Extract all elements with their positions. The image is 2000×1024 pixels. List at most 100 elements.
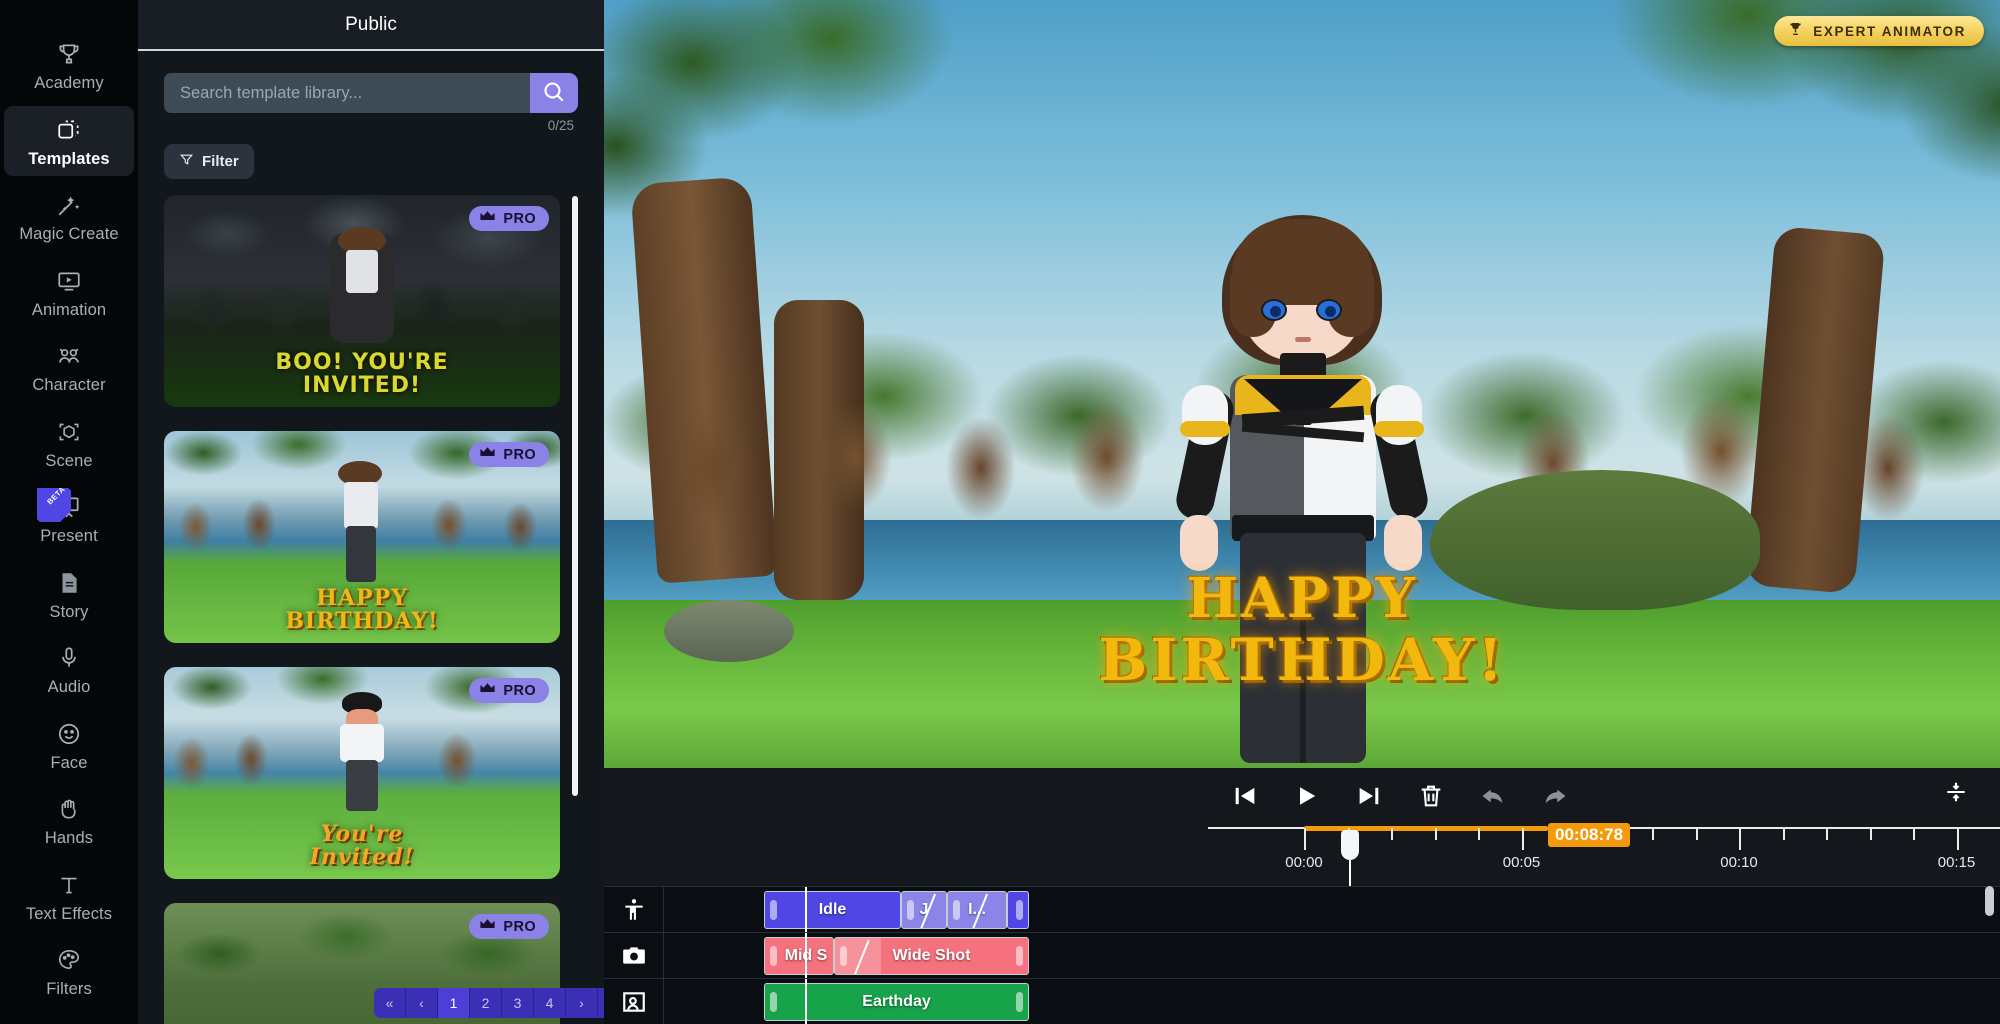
sidebar-item-academy[interactable]: Academy [4, 30, 134, 101]
sidebar-item-label: Scene [45, 453, 92, 470]
delete-button[interactable] [1400, 774, 1462, 820]
camera-lane[interactable]: Mid S Wide Shot [664, 933, 2000, 978]
sidebar-item-animation[interactable]: Animation [4, 257, 134, 328]
sidebar-item-label: Magic Create [19, 226, 118, 243]
clip-mid-shot[interactable]: Mid S [764, 937, 834, 975]
redo-button[interactable] [1524, 774, 1586, 820]
skip-to-start-button[interactable] [1214, 774, 1276, 820]
scene-overlay-text[interactable]: HAPPY BIRTHDAY! [604, 565, 2000, 694]
character-icon [55, 342, 83, 370]
character-lane[interactable]: Idle J I... [664, 887, 2000, 932]
ruler-minor-tick [1478, 828, 1480, 840]
ruler-label: 00:10 [1720, 854, 1758, 871]
scene-lane[interactable]: Earthday [664, 979, 2000, 1024]
stage-area: HAPPY BIRTHDAY! EXPERT ANIMATOR [604, 0, 2000, 1024]
person-pose-icon[interactable] [604, 887, 664, 932]
sidebar-item-label: Present [40, 528, 98, 545]
page-4-button[interactable]: 4 [534, 988, 566, 1018]
clip-handle-right[interactable] [1016, 900, 1023, 920]
timeline-panel: 00:0000:0500:1000:1500:2000:2500:3000:35… [604, 768, 2000, 1024]
clip-tail[interactable] [1007, 891, 1029, 929]
clip-label: Idle [815, 901, 851, 919]
sidebar-item-filters[interactable]: Filters [4, 936, 134, 1007]
ruler-major-tick [1304, 828, 1306, 850]
collapse-vertical-icon [1943, 779, 1969, 810]
clip-handle-right[interactable] [1016, 992, 1023, 1012]
clip-handle-right[interactable] [1016, 946, 1023, 966]
collapse-timeline-button[interactable] [1934, 772, 1978, 816]
clip-handle-left[interactable] [953, 900, 960, 920]
character-track: Idle J I... [604, 886, 2000, 932]
clip-handle-left[interactable] [770, 946, 777, 966]
clip-handle-left[interactable] [907, 900, 914, 920]
scrollbar-thumb[interactable] [572, 196, 578, 796]
page-prev-button[interactable]: ‹ [406, 988, 438, 1018]
template-card[interactable]: PRO You're Invited! [164, 667, 560, 879]
filter-funnel-icon [179, 152, 194, 171]
pro-badge-label: PRO [503, 211, 536, 227]
hand-icon [55, 795, 83, 823]
sidebar-item-label: Story [49, 604, 88, 621]
page-first-button[interactable]: « [374, 988, 406, 1018]
undo-button[interactable] [1462, 774, 1524, 820]
pagination: « ‹ 1 2 3 4 › » [374, 988, 630, 1018]
play-button[interactable] [1276, 774, 1338, 820]
sidebar-item-audio[interactable]: Audio [4, 634, 134, 705]
ruler-minor-tick [1913, 828, 1915, 840]
clip-wide-shot[interactable]: Wide Shot [834, 937, 1029, 975]
ruler-major-tick [1957, 828, 1959, 850]
sidebar-item-label: Face [50, 755, 87, 772]
clip-idle[interactable]: Idle [764, 891, 901, 929]
scene-viewport[interactable]: HAPPY BIRTHDAY! EXPERT ANIMATOR [604, 0, 2000, 768]
camera-icon[interactable] [604, 933, 664, 978]
sidebar-item-character[interactable]: Character [4, 332, 134, 403]
sidebar-item-face[interactable]: Face [4, 710, 134, 781]
text-t-icon [55, 871, 83, 899]
timeline-tracks: Idle J I... [604, 886, 2000, 1024]
sidebar-item-label: Academy [34, 75, 103, 92]
skip-to-end-button[interactable] [1338, 774, 1400, 820]
page-next-button[interactable]: › [566, 988, 598, 1018]
clip-handle-left[interactable] [770, 900, 777, 920]
avatar-mouth [1295, 337, 1311, 342]
page-1-button[interactable]: 1 [438, 988, 470, 1018]
ruler-minor-tick [1696, 828, 1698, 840]
scene-frame-icon[interactable] [604, 979, 664, 1024]
filter-button[interactable]: Filter [164, 144, 254, 179]
playhead-knob[interactable] [1341, 830, 1359, 860]
page-2-button[interactable]: 2 [470, 988, 502, 1018]
sidebar-item-text-effects[interactable]: Text Effects [4, 861, 134, 932]
template-card[interactable]: PRO BOO! YOU'RE INVITED! [164, 195, 560, 407]
avatar-sleeve-gold-right [1374, 421, 1424, 437]
pro-badge: PRO [469, 914, 549, 939]
ruler-label: 00:15 [1938, 854, 1976, 871]
sidebar-item-templates[interactable]: Templates [4, 106, 134, 177]
search-input[interactable] [164, 73, 530, 113]
search-button[interactable] [530, 73, 578, 113]
sidebar-item-magic-create[interactable]: Magic Create [4, 181, 134, 252]
search-counter: 0/25 [164, 118, 578, 133]
overlay-text-line-1: HAPPY [604, 565, 2000, 630]
sidebar-item-hands[interactable]: Hands [4, 785, 134, 856]
sidebar-item-scene[interactable]: Scene [4, 408, 134, 479]
clip-i[interactable]: I... [947, 891, 1007, 929]
smiley-face-icon [55, 720, 83, 748]
playhead[interactable] [1349, 830, 1351, 886]
clip-earthday[interactable]: Earthday [764, 983, 1029, 1021]
expert-animator-badge[interactable]: EXPERT ANIMATOR [1774, 16, 1984, 46]
clip-j[interactable]: J [901, 891, 947, 929]
sidebar-item-story[interactable]: Story [4, 559, 134, 630]
scene-track: Earthday [604, 978, 2000, 1024]
timeline-scrollbar-thumb[interactable] [1985, 886, 1994, 916]
play-icon [1293, 782, 1321, 813]
template-card[interactable]: PRO HAPPY BIRTHDAY! [164, 431, 560, 643]
sidebar-item-present[interactable]: BETA Present [4, 483, 134, 554]
timeline-ruler[interactable]: 00:0000:0500:1000:1500:2000:2500:3000:35… [1208, 826, 2000, 886]
pro-badge: PRO [469, 442, 549, 467]
templates-scrollbar[interactable] [572, 196, 578, 796]
clip-handle-left[interactable] [770, 992, 777, 1012]
present-screen-icon [55, 493, 83, 521]
page-3-button[interactable]: 3 [502, 988, 534, 1018]
avatar-hand-left [1180, 515, 1218, 571]
ruler-minor-tick [1783, 828, 1785, 840]
